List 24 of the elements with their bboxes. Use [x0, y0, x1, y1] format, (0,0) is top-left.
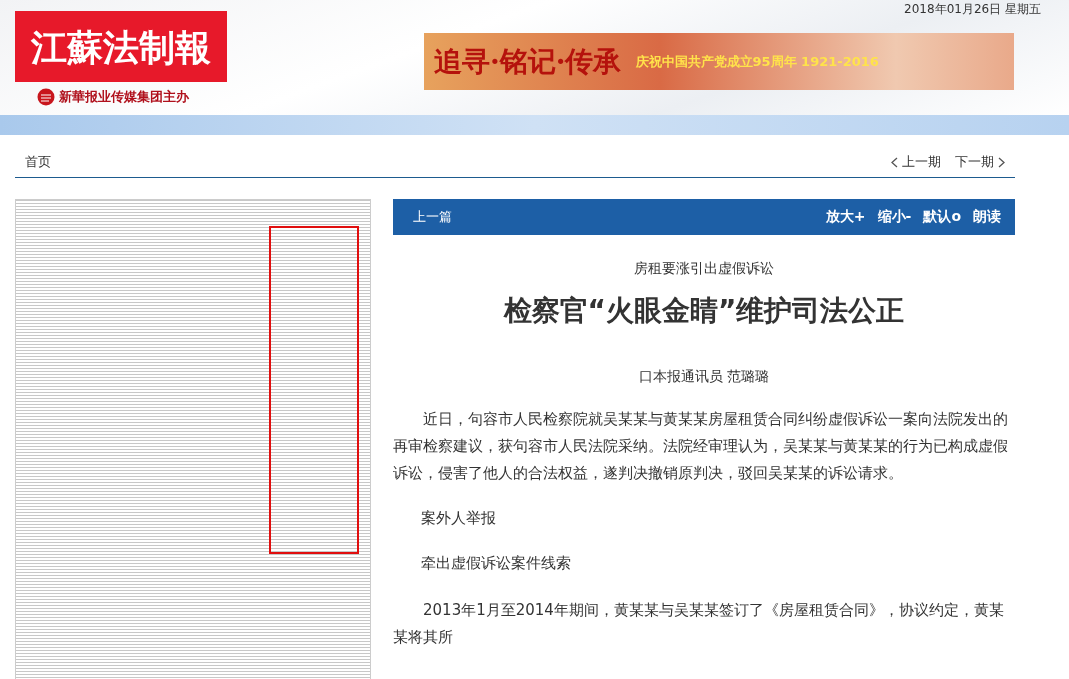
next-issue-link[interactable]: 下一期: [955, 153, 1005, 171]
banner-slogan: 追寻·铭记·传承: [434, 43, 622, 80]
article-title: 检察官“火眼金睛”维护司法公正: [502, 293, 906, 329]
chevron-right-icon: [998, 156, 1005, 168]
selected-article-outline[interactable]: [269, 226, 359, 554]
article-paragraph: 近日，句容市人民检察院就吴某某与黄某某房屋租赁合同纠纷虚假诉讼一案向法院发出的再审检察建议，获句容市人民法院采纳。法院经审理认为，吴某某与黄某某的行为已构成虚假诉讼，侵害了他人的合法权益，遂判决撤销原判决，驳回吴某某的诉讼请求。: [393, 409, 1009, 484]
previous-issue-link[interactable]: 上一期: [891, 153, 941, 171]
text-tool-button[interactable]: 放大+: [825, 208, 866, 226]
publisher-text: 新華报业传媒集团主办: [59, 88, 189, 106]
article-subtitle: 房租要涨引出虚假诉讼: [633, 260, 775, 278]
article-byline: 口本报通讯员 范璐璐: [637, 368, 771, 386]
section-heading: 牵出虚假诉讼案件线索: [421, 553, 572, 574]
text-tool-button[interactable]: 朗读: [973, 208, 1001, 226]
newspaper-logo[interactable]: 江蘇法制報: [15, 11, 227, 82]
text-tool-button[interactable]: 缩小-: [877, 208, 912, 226]
section-heading: 案外人举报: [421, 508, 497, 529]
article-paragraph: 2013年1月至2014年期间，黄某某与吴某某签订了《房屋租赁合同》，协议约定，黄某某将其所: [393, 600, 1005, 648]
date-text: 2018年01月26日 星期五: [904, 1, 1041, 18]
text-tool-button[interactable]: 默认o: [923, 208, 961, 226]
emblem-icon: [37, 88, 55, 106]
previous-article-link[interactable]: 上一篇: [413, 208, 452, 226]
banner-caption: 庆祝中国共产党成立95周年 1921-2016: [635, 52, 879, 71]
home-link[interactable]: 首页: [25, 153, 51, 171]
chevron-left-icon: [891, 156, 898, 168]
